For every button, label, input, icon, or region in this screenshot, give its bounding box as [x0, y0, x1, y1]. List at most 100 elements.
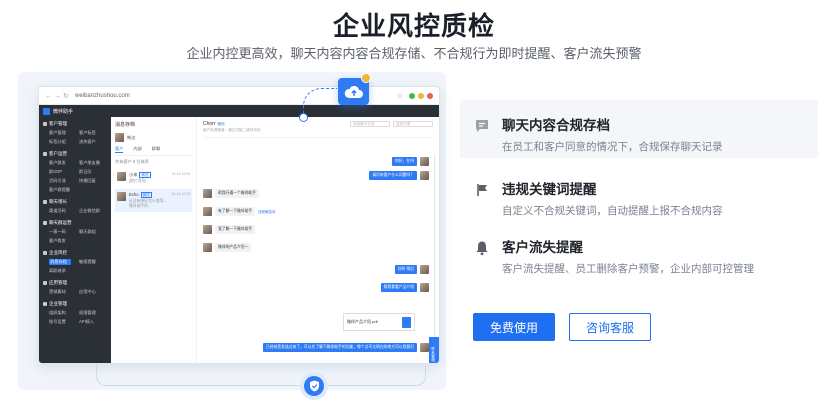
app-logo-icon — [43, 107, 50, 115]
window-dot-green — [409, 92, 415, 99]
sidebar-group-head: 客户管理 — [43, 121, 107, 127]
list-title: 消息存档 — [115, 122, 136, 128]
contact-support-button[interactable]: 咨询客服 — [569, 313, 651, 341]
feature-desc: 在员工和客户同意的情况下，合规保存聊天记录 — [502, 141, 723, 153]
sidebar-row: 组织架构 权限管理 — [43, 310, 107, 316]
sidebar-item: 客户管理 — [49, 130, 66, 135]
sidebar-group-title: 聊天增长 — [49, 199, 67, 204]
sidebar-group-title: 应用管理 — [49, 280, 67, 285]
shield-badge — [300, 372, 328, 400]
sidebar-group-title: 企业管理 — [49, 301, 67, 306]
sidebar-group: 客户运营 客户群发 客户朋友圈 群SOP 群日历 活码引流 快捷回复 客户群提醒 — [43, 151, 107, 193]
sidebar-group: 企业风控 消息存档 敏感提醒 离职继承 — [43, 250, 107, 274]
sidebar-item — [79, 187, 101, 193]
app-sidebar: 客户管理 客户管理 客户标签 标签分组 流失客户 客户运营 客户群发 客户朋友圈 群SOP 群日历… — [39, 117, 111, 363]
sidebar-item: 离职继承 — [49, 268, 66, 273]
list-item-tag: 微信 — [140, 192, 152, 198]
message-bubble: 有了解一下微伴助手 — [215, 207, 256, 216]
chat-scrollbar — [433, 155, 435, 355]
app-body: 客户管理 客户管理 客户标签 标签分组 流失客户 客户运营 客户群发 客户朋友圈 群SOP 群日历… — [39, 117, 439, 363]
list-item-time: 01-14 12:06 — [171, 192, 190, 196]
sidebar-item — [79, 268, 101, 274]
sidebar-row: 一客一码 聊天群组 — [43, 229, 107, 235]
sidebar-item: 企业微信群 — [79, 208, 100, 213]
chat-contact-name: Chorr — [203, 121, 216, 127]
menu-icon — [43, 152, 47, 156]
cloud-upload-icon — [344, 85, 363, 98]
conversation-list: 消息存档 韩边 客户 内部 群聊 共有客户 5 位联系 小米 微信 [图片消息] … — [111, 117, 197, 363]
feature-desc: 自定义不合规关键词，自动提醒上报不合规内容 — [502, 205, 723, 217]
avatar — [420, 265, 429, 274]
chat-message: 帮我开通一个微伴助手 — [203, 189, 259, 198]
list-tabs: 客户 内部 群聊 — [115, 146, 192, 156]
browser-nav-icons: ←→↻ — [45, 92, 71, 100]
feature-title: 客户流失提醒 — [502, 240, 583, 255]
sidebar-row: 客户管理 客户标签 — [43, 130, 107, 136]
sidebar-item: 权限管理 — [79, 310, 96, 315]
message-bubble: 好的 稍后 — [394, 265, 417, 274]
avatar — [117, 192, 126, 201]
sidebar-group: 客户管理 客户管理 客户标签 标签分组 流失客户 — [43, 121, 107, 145]
sidebar-item: 快捷回复 — [79, 178, 96, 183]
chat-message: 好的 稍后 — [394, 265, 429, 274]
avatar — [420, 343, 429, 352]
feature-chat-archive[interactable]: 聊天内容合规存档 在员工和客户同意的情况下，合规保存聊天记录 — [460, 100, 818, 158]
feature-keyword-alert[interactable]: 违规关键词提醒 自定义不合规关键词，自动提醒上报不合规内容 — [460, 164, 818, 222]
menu-icon — [43, 200, 47, 204]
sidebar-group-head: 聊天增长 — [43, 199, 107, 205]
file-message: 微伴产品介绍.pdf — [343, 313, 415, 331]
list-item-msg: [图片消息] — [129, 179, 147, 183]
feature-title: 违规关键词提醒 — [502, 182, 597, 197]
chat-message: 已经给您发送过来了，可以先了解下微伴助手的功能，哪个点不太明白的地方可以找我们 — [262, 343, 429, 352]
list-item-time: 01-14 12:06 — [171, 172, 190, 176]
sidebar-group: 企业管理组织架构 权限管理 账号设置 API接入 — [43, 301, 107, 325]
pdf-file-icon — [402, 316, 411, 328]
browser-mockup: ←→↻ weibanzhushou.com ☆ 微伴助手 客户管理 客户管理 客户标… — [38, 86, 440, 364]
chat-message: 你好，在吗 — [392, 157, 429, 166]
contact-support-tab: 联系客服 — [429, 337, 439, 363]
avatar — [420, 157, 429, 166]
sidebar-item: 渠道活码 — [49, 208, 66, 213]
sidebar-row: 客户群发 客户朋友圈 — [43, 160, 107, 166]
notification-dot — [361, 73, 371, 83]
list-item: Echo 微信 还没有想好怎么使用...微伴助手的... 01-14 12:06 — [115, 189, 192, 212]
sidebar-item: 客户群发 — [49, 238, 66, 243]
avatar — [203, 225, 212, 234]
shield-check-icon — [309, 380, 319, 392]
chat-tool-row: 搜索聊天记录 选择日期 — [350, 121, 433, 127]
chat-contact-source: 客户来源渠道：通过扫描二维码添加 — [203, 128, 261, 132]
sidebar-row: 营销素材 应用中心 — [43, 289, 107, 295]
menu-icon — [43, 251, 47, 255]
feature-churn-alert[interactable]: 客户流失提醒 客户流失提醒、员工删除客户预警，企业内部可控管理 — [460, 222, 818, 280]
sidebar-item: 活码引流 — [49, 178, 66, 183]
list-count: 共有客户 5 位联系 — [115, 159, 149, 164]
avatar — [115, 133, 124, 142]
chat-message: 我了解一下微伴助手 — [203, 225, 256, 234]
message-bubble: 帮我看看产品介绍 — [380, 283, 417, 292]
menu-icon — [43, 221, 47, 225]
app-name: 微伴助手 — [53, 108, 74, 115]
sidebar-row: 客户群发 — [43, 238, 107, 244]
sidebar-row: 群SOP 群日历 — [43, 169, 107, 175]
sidebar-group-title: 企业风控 — [49, 250, 67, 255]
window-dot-red — [427, 92, 433, 99]
sidebar-item — [79, 238, 101, 244]
chat-panel: Chorr 微信 客户来源渠道：通过扫描二维码添加 搜索聊天记录 选择日期 你好，… — [197, 117, 439, 363]
sidebar-item: 客户标签 — [79, 130, 96, 135]
tab-customer: 客户 — [115, 146, 124, 153]
avatar — [117, 172, 126, 181]
message-bubble: 微伴的产品介绍一 — [215, 243, 252, 252]
sidebar-item: 群SOP — [49, 169, 63, 174]
chat-header: Chorr 微信 客户来源渠道：通过扫描二维码添加 搜索聊天记录 选择日期 — [203, 121, 433, 138]
bottom-flow-line — [96, 364, 426, 386]
sidebar-item: 账号设置 — [49, 319, 66, 324]
menu-icon — [43, 122, 47, 126]
sidebar-group-head: 聊天群运营 — [43, 220, 107, 226]
list-item-text: 小米 微信 [图片消息] — [129, 172, 169, 184]
shield-inner — [304, 376, 324, 396]
sidebar-row: 账号设置 API接入 — [43, 319, 107, 325]
star-icon: ☆ — [396, 92, 403, 100]
flow-pin-icon — [299, 113, 308, 122]
sidebar-item: 客户群提醒 — [49, 187, 70, 192]
free-trial-button[interactable]: 免费使用 — [473, 313, 555, 341]
